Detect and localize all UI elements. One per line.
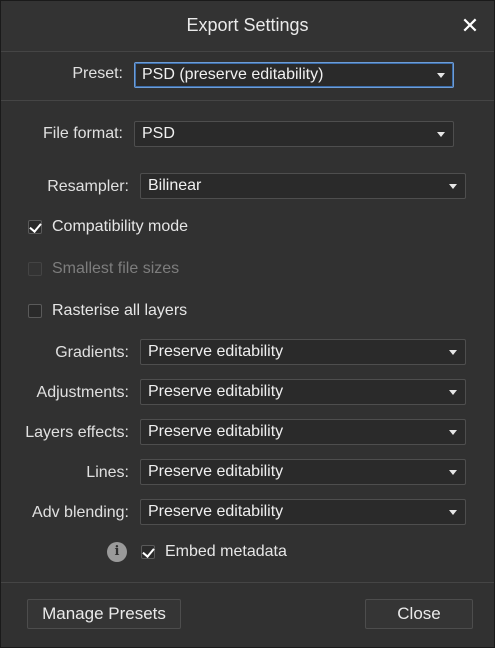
smallest-file-sizes-label: Smallest file sizes (52, 260, 180, 277)
layers-effects-value: Preserve editability (148, 423, 284, 440)
chevron-down-icon (449, 184, 457, 189)
embed-metadata-checkbox[interactable]: Embed metadata (141, 543, 341, 565)
resampler-value: Bilinear (148, 177, 202, 194)
info-icon[interactable]: i (107, 542, 127, 562)
checkbox-box[interactable] (28, 304, 42, 318)
adjustments-value: Preserve editability (148, 383, 284, 400)
chevron-down-icon (437, 73, 445, 78)
rasterise-all-layers-label: Rasterise all layers (52, 302, 188, 319)
preset-dropdown[interactable]: PSD (preserve editability) (134, 62, 454, 88)
chevron-down-icon (449, 510, 457, 515)
adv-blending-value: Preserve editability (148, 503, 284, 520)
resampler-label: Resampler: (47, 178, 129, 195)
close-button[interactable]: Close (365, 599, 473, 629)
lines-label: Lines: (86, 464, 129, 481)
manage-presets-button[interactable]: Manage Presets (27, 599, 181, 629)
gradients-value: Preserve editability (148, 343, 284, 360)
compatibility-mode-label: Compatibility mode (52, 218, 189, 235)
rasterise-all-layers-checkbox[interactable]: Rasterise all layers (28, 302, 228, 324)
resampler-dropdown[interactable]: Bilinear (140, 173, 466, 199)
lines-dropdown[interactable]: Preserve editability (140, 459, 466, 485)
file-format-value: PSD (142, 125, 175, 142)
compatibility-mode-checkbox[interactable]: Compatibility mode (28, 218, 228, 240)
dialog-title: Export Settings (186, 15, 309, 35)
checkbox-box (28, 262, 42, 276)
gradients-label: Gradients: (55, 344, 129, 361)
chevron-down-icon (449, 470, 457, 475)
adjustments-dropdown[interactable]: Preserve editability (140, 379, 466, 405)
chevron-down-icon (449, 350, 457, 355)
preset-divider (1, 100, 494, 101)
footer-divider (1, 582, 494, 583)
close-icon[interactable]: ✕ (456, 12, 484, 40)
checkbox-box[interactable] (141, 545, 155, 559)
export-settings-dialog: Export Settings ✕ Preset: PSD (preserve … (0, 0, 495, 648)
lines-value: Preserve editability (148, 463, 284, 480)
checkmark-icon (142, 545, 155, 558)
layers-effects-label: Layers effects: (25, 424, 129, 441)
preset-label: Preset: (72, 65, 123, 82)
preset-value: PSD (preserve editability) (142, 66, 324, 83)
layers-effects-dropdown[interactable]: Preserve editability (140, 419, 466, 445)
gradients-dropdown[interactable]: Preserve editability (140, 339, 466, 365)
chevron-down-icon (437, 132, 445, 137)
title-bar: Export Settings ✕ (1, 1, 494, 51)
adjustments-label: Adjustments: (36, 384, 129, 401)
adv-blending-dropdown[interactable]: Preserve editability (140, 499, 466, 525)
smallest-file-sizes-checkbox: Smallest file sizes (28, 260, 228, 282)
file-format-label: File format: (42, 125, 123, 142)
checkmark-icon (29, 220, 42, 233)
checkbox-box[interactable] (28, 220, 42, 234)
title-divider (1, 51, 494, 52)
adv-blending-label: Adv blending: (32, 504, 129, 521)
chevron-down-icon (449, 430, 457, 435)
file-format-dropdown[interactable]: PSD (134, 121, 454, 147)
chevron-down-icon (449, 390, 457, 395)
embed-metadata-label: Embed metadata (165, 543, 287, 560)
